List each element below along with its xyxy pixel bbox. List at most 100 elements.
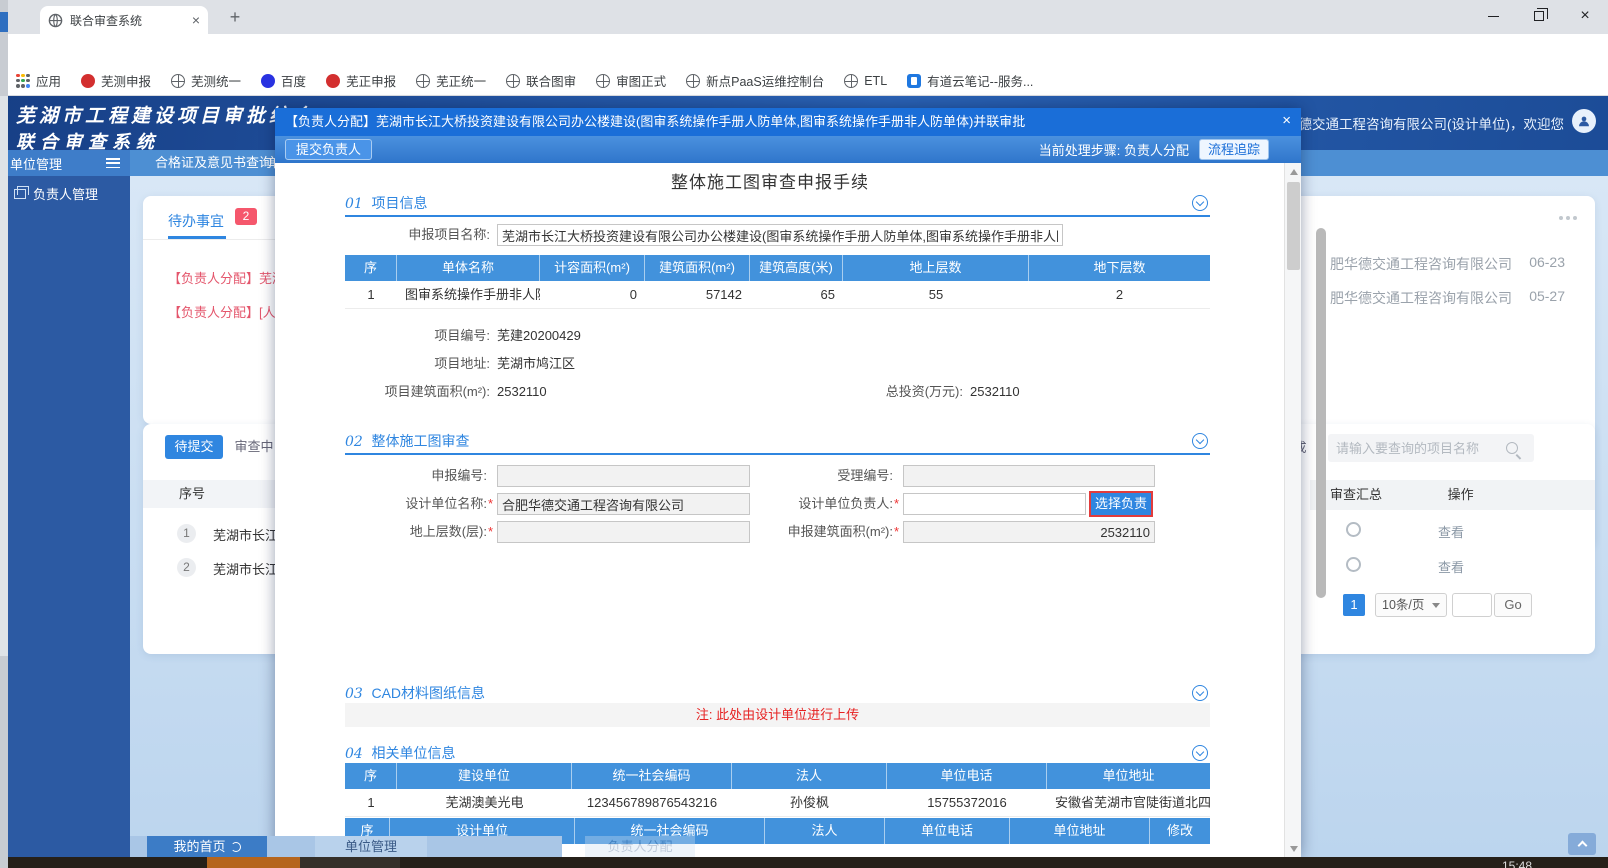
close-tab-icon[interactable]: × — [192, 12, 200, 28]
search-input[interactable] — [1336, 441, 1506, 456]
bookmark-item[interactable]: 联合图审 — [506, 71, 576, 90]
dialog-scrollbar[interactable] — [1284, 163, 1301, 857]
table-row: 1 芜湖澳美光电 123456789876543216 孙俊枫 15755372… — [345, 789, 1210, 817]
refresh-icon[interactable] — [231, 842, 241, 852]
tab-todo-items[interactable]: 待办事宜 — [168, 211, 224, 231]
goto-page-input[interactable] — [1452, 593, 1492, 617]
field-label: 申报项目名称: — [345, 224, 490, 246]
assign-manager-dialog: 【负责人分配】芜湖市长江大桥投资建设有限公司办公楼建设(图审系统操作手册人防单体… — [275, 108, 1301, 857]
todo-count-badge: 2 — [235, 208, 257, 225]
bookmark-item[interactable]: 百度 — [261, 71, 306, 90]
search-icon[interactable] — [1506, 442, 1518, 454]
building-table: 序 单体名称 计容面积(m²) 建筑面积(m²) 建筑高度(米) 地上层数 地下… — [345, 255, 1210, 309]
notice-row[interactable]: 肥华德交通工程咨询有限公司 — [1330, 288, 1512, 308]
bookmark-item[interactable]: 芜测申报 — [81, 71, 151, 90]
user-avatar-icon[interactable] — [1572, 109, 1596, 133]
required-star: * — [894, 493, 899, 515]
page-number-button[interactable]: 1 — [1343, 594, 1365, 616]
bookmark-item[interactable]: 新点PaaS运维控制台 — [686, 71, 824, 90]
project-search[interactable] — [1328, 434, 1534, 462]
scrollbar-thumb[interactable] — [1287, 182, 1300, 270]
page-size-select[interactable]: 10条/页 — [1375, 593, 1447, 617]
accept-no-input[interactable] — [903, 465, 1155, 487]
apps-shortcut[interactable]: 应用 — [16, 71, 61, 90]
floors-input[interactable] — [497, 521, 750, 543]
collapse-chevron-icon[interactable] — [1192, 433, 1208, 449]
col-header: 统一社会编码 — [572, 763, 732, 789]
bookmark-item[interactable]: 审图正式 — [596, 71, 666, 90]
field-label: 设计单位名称: — [345, 493, 487, 515]
dialog-toolbar: 提交负责人 当前处理步骤: 负责人分配 流程追踪 — [275, 136, 1301, 163]
view-link[interactable]: 查看 — [1438, 522, 1464, 541]
footer-tab-unit[interactable]: 单位管理 — [315, 836, 427, 857]
footer-tab-assign[interactable]: 负责人分配 — [585, 836, 695, 857]
apps-grid-icon — [16, 74, 30, 88]
scroll-down-icon[interactable] — [1285, 840, 1301, 857]
taskbar-clock: 15:48 — [1502, 859, 1532, 868]
tab-to-submit[interactable]: 待提交 — [165, 435, 223, 459]
site-favicon-icon — [48, 13, 63, 28]
cell: 65 — [750, 281, 843, 309]
page-scrollbar-thumb[interactable] — [1316, 228, 1326, 598]
window-restore-button[interactable] — [1516, 0, 1562, 32]
sidebar-item-manager[interactable]: 负责人管理 — [14, 184, 98, 203]
design-manager-input[interactable] — [903, 493, 1086, 515]
taskbar-app[interactable] — [207, 857, 300, 868]
col-header: 单位地址 — [1010, 818, 1150, 844]
field-label: 受理编号: — [753, 465, 893, 487]
col-header: 建筑面积(m²) — [645, 255, 750, 281]
table-row: 1 图审系统操作手册非人防... 0 57142 65 55 2 — [345, 281, 1210, 309]
bookmark-favicon — [907, 74, 921, 88]
field-label: 项目编号: — [345, 325, 490, 347]
field-label: 项目建筑面积(m²): — [345, 381, 490, 403]
submit-manager-button[interactable]: 提交负责人 — [285, 139, 372, 160]
go-button[interactable]: Go — [1494, 593, 1532, 617]
footer-tab-home[interactable]: 我的首页 — [147, 836, 267, 857]
sidebar-group-unit-management[interactable]: 单位管理 — [0, 150, 130, 176]
more-menu-icon[interactable] — [1559, 216, 1577, 220]
cell: 123456789876543216 — [572, 789, 732, 817]
bookmark-item[interactable]: 芜正统一 — [416, 71, 486, 90]
field-label: 设计单位负责人: — [753, 493, 893, 515]
select-manager-button[interactable]: 选择负责 — [1089, 491, 1153, 517]
notice-row[interactable]: 肥华德交通工程咨询有限公司 — [1330, 254, 1512, 274]
todo-link[interactable]: 【负责人分配】[人防 — [168, 302, 289, 321]
col-header: 地下层数 — [1029, 255, 1210, 281]
col-header: 修改 — [1150, 818, 1210, 844]
field-value: 2532110 — [970, 381, 1020, 403]
bookmark-item[interactable]: 芜测统一 — [171, 71, 241, 90]
col-header: 计容面积(m²) — [540, 255, 645, 281]
taskbar-app[interactable] — [300, 857, 400, 868]
window-minimize-button[interactable] — [1470, 0, 1516, 32]
cell: 57142 — [645, 281, 750, 309]
collapse-chevron-icon[interactable] — [1192, 745, 1208, 761]
todo-link[interactable]: 【负责人分配】芜湖 — [168, 268, 285, 287]
new-tab-button[interactable]: + — [222, 5, 248, 31]
notice-date: 05-27 — [1529, 288, 1565, 304]
summary-radio[interactable] — [1346, 557, 1361, 572]
bookmark-item[interactable]: 有道云笔记--服务... — [907, 71, 1033, 90]
bookmark-item[interactable]: 芜正申报 — [326, 71, 396, 90]
area-input[interactable] — [903, 521, 1155, 543]
bookmark-item[interactable]: ETL — [844, 74, 887, 88]
back-to-top-button[interactable] — [1568, 833, 1596, 855]
cell: 芜湖澳美光电 — [397, 789, 572, 817]
cell: 图审系统操作手册非人防... — [397, 281, 540, 309]
collapse-chevron-icon[interactable] — [1192, 685, 1208, 701]
declare-no-input[interactable] — [497, 465, 750, 487]
window-close-button[interactable]: × — [1562, 0, 1608, 32]
view-link[interactable]: 查看 — [1438, 557, 1464, 576]
dialog-close-icon[interactable]: × — [1282, 108, 1291, 136]
process-trace-button[interactable]: 流程追踪 — [1199, 139, 1269, 160]
field-label: 申报编号: — [345, 465, 487, 487]
collapse-sidebar-icon[interactable] — [106, 158, 120, 168]
project-name-input[interactable] — [497, 224, 1063, 246]
summary-radio[interactable] — [1346, 522, 1361, 537]
col-header: 法人 — [765, 818, 885, 844]
design-unit-input[interactable] — [497, 493, 750, 515]
form-title: 整体施工图审查申报手续 — [275, 168, 1265, 193]
browser-tab[interactable]: 联合审查系统 × — [40, 6, 208, 34]
scroll-up-icon[interactable] — [1285, 163, 1301, 180]
notice-date: 06-23 — [1529, 254, 1565, 270]
collapse-chevron-icon[interactable] — [1192, 195, 1208, 211]
